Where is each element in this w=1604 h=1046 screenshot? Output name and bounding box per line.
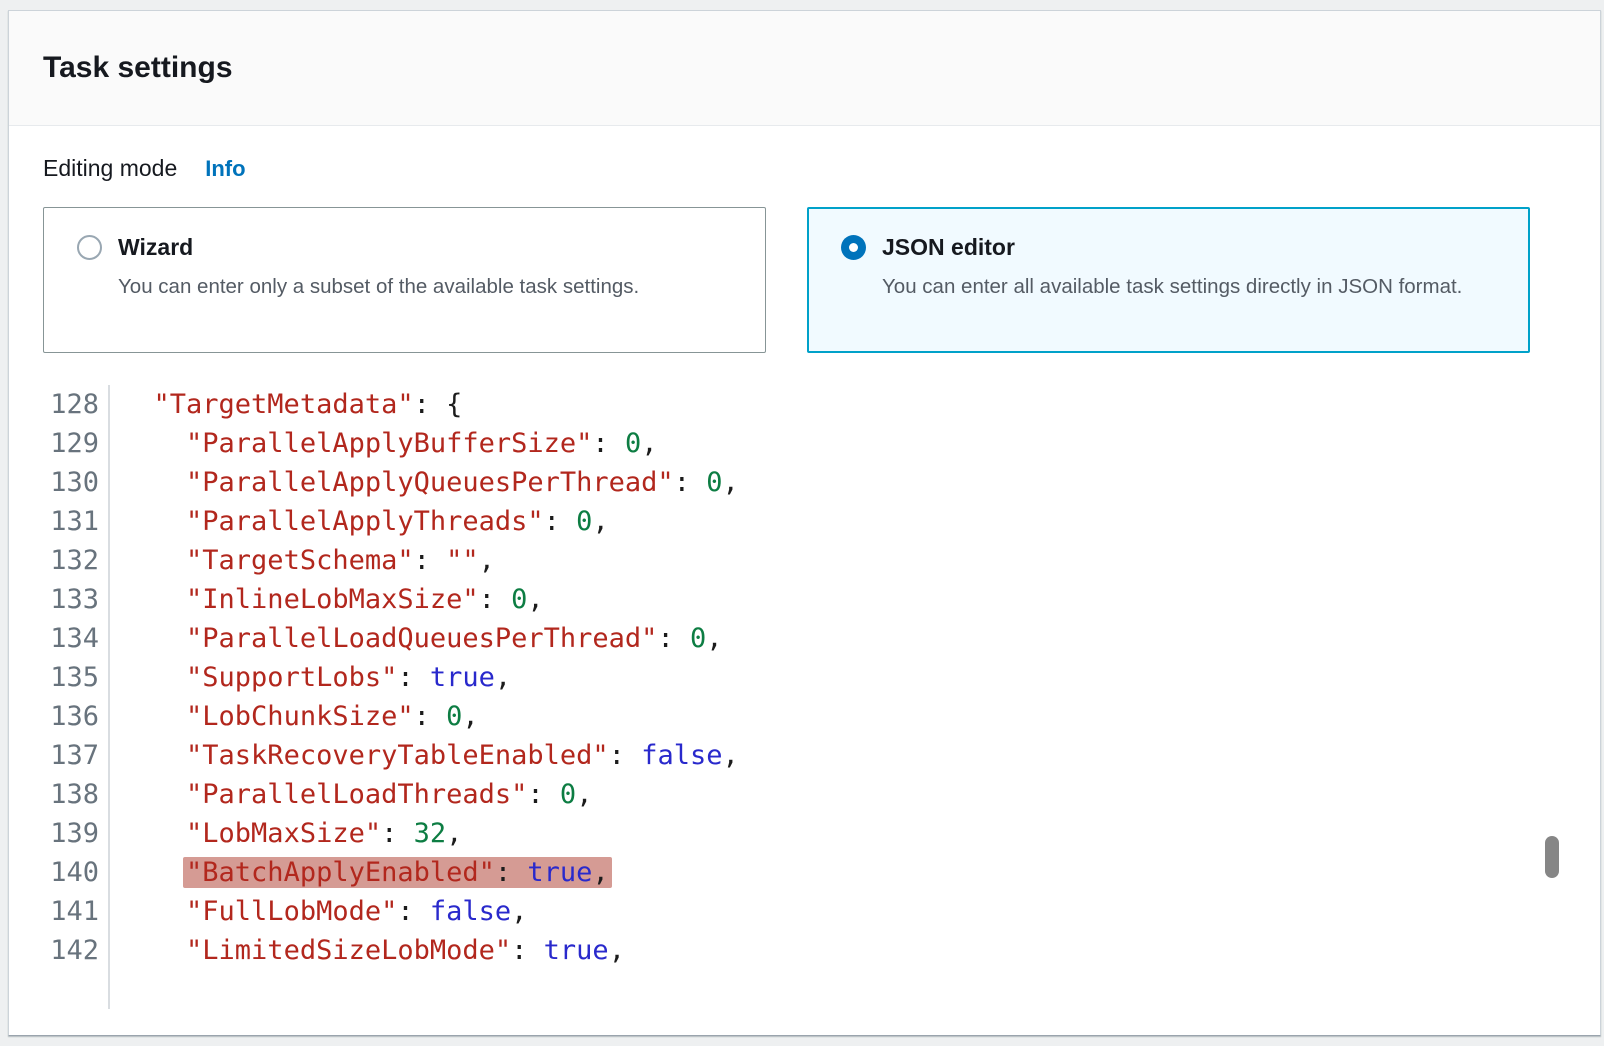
wizard-radio-button[interactable]	[77, 235, 102, 260]
code-line[interactable]: "FullLobMode": false,	[121, 892, 739, 931]
line-number: 130	[9, 463, 99, 502]
code-line[interactable]: "ParallelApplyBufferSize": 0,	[121, 424, 739, 463]
task-settings-panel: Task settings Editing mode Info Wizard Yo…	[8, 10, 1601, 1036]
wizard-option-title: Wizard	[118, 232, 639, 262]
wizard-tile-text: Wizard You can enter only a subset of th…	[118, 232, 639, 302]
line-number	[9, 970, 99, 1009]
line-number: 132	[9, 541, 99, 580]
json-editor-tile-text: JSON editor You can enter all available …	[882, 232, 1462, 302]
line-number: 135	[9, 658, 99, 697]
code-line[interactable]: "LimitedSizeLobMode": true,	[121, 931, 739, 970]
panel-body: Editing mode Info Wizard You can enter on…	[9, 126, 1600, 353]
editing-mode-row: Editing mode Info	[43, 152, 1566, 185]
code-line[interactable]: "ParallelApplyQueuesPerThread": 0,	[121, 463, 739, 502]
panel-title: Task settings	[43, 51, 233, 85]
code-line[interactable]: "ParallelLoadQueuesPerThread": 0,	[121, 619, 739, 658]
json-editor-option-title: JSON editor	[882, 232, 1462, 262]
line-number: 139	[9, 814, 99, 853]
code-line[interactable]: "LobChunkSize": 0,	[121, 697, 739, 736]
line-number: 142	[9, 931, 99, 970]
info-link[interactable]: Info	[205, 156, 245, 181]
wizard-option-description: You can enter only a subset of the avail…	[118, 271, 639, 302]
code-line[interactable]	[121, 970, 739, 1009]
scrollbar-thumb[interactable]	[1545, 836, 1559, 878]
line-number: 140	[9, 853, 99, 892]
line-number: 141	[9, 892, 99, 931]
json-editor-radio-button[interactable]	[841, 235, 866, 260]
json-code-editor[interactable]: 1281291301311321331341351361371381391401…	[9, 385, 1600, 1009]
json-editor-option-description: You can enter all available task setting…	[882, 271, 1462, 302]
code-line[interactable]: "TaskRecoveryTableEnabled": false,	[121, 736, 739, 775]
line-number: 129	[9, 424, 99, 463]
wizard-option-tile[interactable]: Wizard You can enter only a subset of th…	[43, 207, 766, 353]
line-number: 134	[9, 619, 99, 658]
line-number: 136	[9, 697, 99, 736]
editor-gutter: 1281291301311321331341351361371381391401…	[9, 385, 110, 1009]
panel-header: Task settings	[9, 11, 1600, 126]
code-line[interactable]: "LobMaxSize": 32,	[121, 814, 739, 853]
line-number: 133	[9, 580, 99, 619]
line-number: 131	[9, 502, 99, 541]
code-line[interactable]: "SupportLobs": true,	[121, 658, 739, 697]
line-number: 137	[9, 736, 99, 775]
code-line[interactable]: "ParallelLoadThreads": 0,	[121, 775, 739, 814]
line-number: 128	[9, 385, 99, 424]
code-line[interactable]: "TargetMetadata": {	[121, 385, 739, 424]
code-line[interactable]: "InlineLobMaxSize": 0,	[121, 580, 739, 619]
editor-code[interactable]: "TargetMetadata": { "ParallelApplyBuffer…	[110, 385, 739, 1009]
editing-mode-label: Editing mode	[43, 155, 177, 181]
editing-mode-tiles: Wizard You can enter only a subset of th…	[43, 207, 1566, 353]
line-number: 138	[9, 775, 99, 814]
code-line[interactable]: "BatchApplyEnabled": true,	[121, 853, 739, 892]
code-line[interactable]: "TargetSchema": "",	[121, 541, 739, 580]
json-editor-option-tile[interactable]: JSON editor You can enter all available …	[807, 207, 1530, 353]
code-line[interactable]: "ParallelApplyThreads": 0,	[121, 502, 739, 541]
